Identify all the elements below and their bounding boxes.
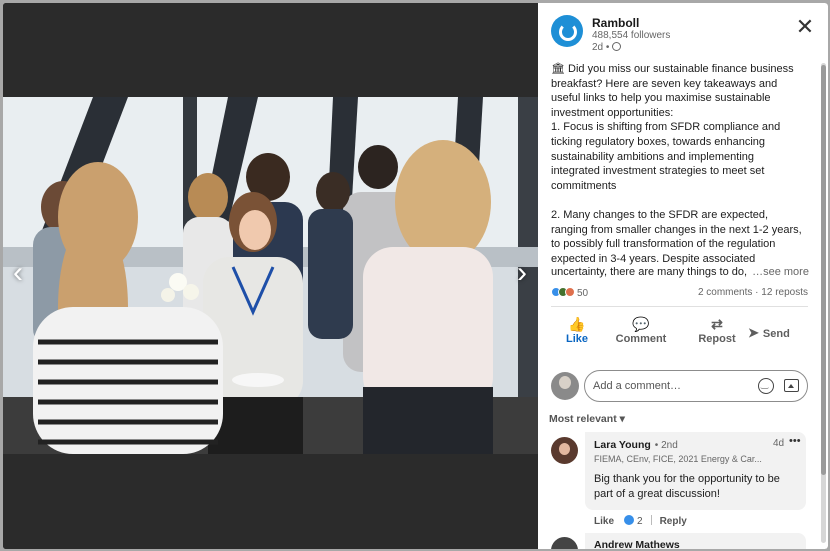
reactions-summary[interactable]: 50 [551,287,588,299]
scrollbar-thumb[interactable] [821,65,826,475]
like-reaction-icon [624,515,635,525]
repost-arrows-icon: ⇄ [711,316,723,332]
reposts-count-link[interactable]: 12 reposts [761,287,808,298]
comment-item: Andrew Mathews [551,533,808,549]
comment-time: 4d [773,438,785,449]
emoji-icon[interactable] [758,378,774,394]
connection-degree: • 2nd [654,440,678,451]
commenter-avatar[interactable] [551,537,578,549]
thumbs-up-icon: 👍 [568,316,586,332]
repost-label: Repost [698,333,736,345]
comment-like-count-value: 2 [637,516,643,527]
commenter-name[interactable]: Lara Young [594,439,651,451]
follower-count: 488,554 followers [592,30,671,41]
image-icon[interactable] [784,379,799,392]
comment-bubble: Lara Young • 2nd 4d ••• FIEMA, CEnv, FICE… [585,432,806,510]
post-header: Ramboll 488,554 followers 2d • ✕ [538,3,828,59]
event-photo-illustration [3,97,538,454]
image-viewer: ‹ › [3,3,538,549]
post-text: 🏛 Did you miss our sustainable finance b… [551,63,802,265]
comments-count-link[interactable]: 2 comments [698,287,752,298]
like-button[interactable]: 👍 Like [546,315,608,353]
commenter-name[interactable]: Andrew Mathews [594,539,680,549]
comment-more-options-icon[interactable]: ••• [789,435,801,447]
like-label: Like [565,333,588,345]
comment-sort-dropdown[interactable]: Most relevant ▾ [549,413,625,425]
commenter-name-line: Lara Young • 2nd [594,439,678,451]
social-counts: 50 2 comments · 12 reposts [551,287,808,301]
post-text-last-line: uncertainty, there are many things to do… [551,266,748,278]
reaction-count: 50 [577,288,589,299]
comment-button[interactable]: 💬 Comment [610,315,672,353]
company-logo[interactable] [551,15,583,47]
comment-bubble: Andrew Mathews [585,533,806,549]
comments-reposts: 2 comments · 12 reposts [697,287,808,298]
post-age: 2d • [592,42,622,53]
current-user-avatar[interactable] [551,372,579,400]
commenter-headline: FIEMA, CEnv, FICE, 2021 Energy & Car... [594,454,762,464]
paper-plane-icon: ➤ [748,325,759,340]
comment-input[interactable] [584,370,808,402]
comment-reply-button[interactable]: Reply [660,516,687,527]
comment-actions: Like 2 Reply [594,515,687,527]
comment-composer [551,370,808,402]
close-button[interactable]: ✕ [795,16,815,38]
divider [551,306,808,307]
repost-button[interactable]: ⇄ Repost [686,315,748,353]
next-image-button[interactable]: › [511,255,533,291]
comment-text: Big thank you for the opportunity to be … [594,473,780,500]
post-age-text: 2d • [592,42,610,53]
commenter-avatar[interactable] [551,437,578,464]
post-actions: 👍 Like 💬 Comment ⇄ Repost ➤ Send [538,311,821,355]
send-label: Send [762,328,790,340]
see-more-link[interactable]: …see more [752,266,809,278]
divider [650,515,652,525]
send-button[interactable]: ➤ Send [748,325,816,363]
celebrate-reaction-icon [565,287,575,297]
post-text-tail: uncertainty, there are many things to do… [551,266,809,278]
post-details-panel: Ramboll 488,554 followers 2d • ✕ 🏛 Did y… [538,3,828,549]
post-modal: ‹ › Ramboll 488,554 followers 2d • ✕ 🏛 D… [3,3,828,549]
company-name[interactable]: Ramboll [592,16,639,30]
comment-like-count[interactable]: 2 [624,515,643,527]
post-photo [3,97,538,454]
comment-like-button[interactable]: Like [594,516,614,527]
previous-image-button[interactable]: ‹ [7,255,29,291]
globe-icon [612,42,622,51]
speech-bubble-icon: 💬 [632,316,650,332]
post-body: 🏛 Did you miss our sustainable finance b… [551,62,803,266]
comment-label: Comment [615,333,667,345]
